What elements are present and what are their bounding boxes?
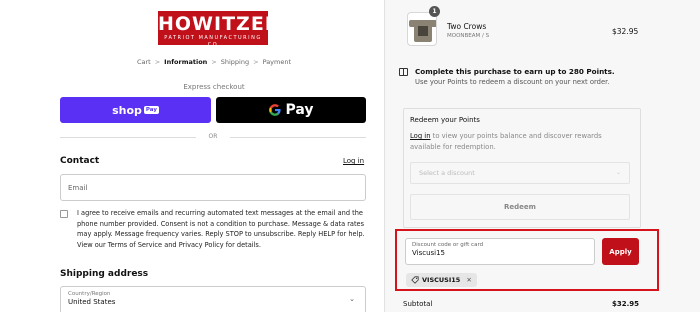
- discount-code-label: Discount code or gift card: [412, 242, 484, 248]
- remove-discount-icon[interactable]: ✕: [466, 276, 471, 284]
- email-field[interactable]: Email: [60, 174, 366, 201]
- shirt-print-graphic: [418, 26, 428, 36]
- gift-icon: [399, 68, 408, 76]
- breadcrumb-cart[interactable]: Cart: [137, 58, 151, 66]
- redeem-text: Log in to view your points balance and d…: [410, 131, 634, 153]
- redeem-title: Redeem your Points: [410, 116, 480, 124]
- marketing-consent-checkbox[interactable]: [60, 210, 68, 218]
- google-pay-label: Pay: [285, 102, 314, 118]
- points-title: Complete this purchase to earn up to 280…: [415, 67, 615, 76]
- product-thumbnail: [407, 12, 437, 46]
- country-value: United States: [68, 298, 116, 306]
- country-label: Country/Region: [68, 291, 111, 297]
- breadcrumb-separator: >: [154, 58, 161, 66]
- quantity-badge: 1: [429, 6, 440, 17]
- express-checkout-label: Express checkout: [183, 83, 245, 91]
- chevron-down-icon: ⌄: [349, 295, 355, 303]
- redeem-login-link[interactable]: Log in: [410, 132, 431, 140]
- logo-mark: ®: [280, 13, 301, 35]
- breadcrumb: Cart > Information > Shipping > Payment: [0, 58, 428, 66]
- points-subtitle: Use your Points to redeem a discount on …: [415, 78, 610, 86]
- subtotal-label: Subtotal: [403, 300, 433, 308]
- howitzer-logo[interactable]: HOWITZER® PATRIOT MANUFACTURING CO: [158, 11, 299, 48]
- discount-select-placeholder: Select a discount: [419, 169, 475, 177]
- breadcrumb-payment: Payment: [262, 58, 292, 66]
- shop-pay-button[interactable]: shop Pay: [60, 97, 211, 123]
- shipping-address-heading: Shipping address: [60, 269, 149, 279]
- google-g-icon: [269, 104, 282, 116]
- applied-discount-code: VISCUSI15: [422, 276, 461, 284]
- logo-tagline: PATRIOT MANUFACTURING CO: [164, 35, 262, 48]
- breadcrumb-separator: >: [253, 58, 259, 66]
- redeem-button[interactable]: Redeem: [410, 194, 630, 220]
- discount-code-input[interactable]: Discount code or gift card Viscusi15: [405, 238, 595, 265]
- country-select[interactable]: Country/Region United States ⌄: [60, 286, 366, 312]
- redeem-description: to view your points balance and discover…: [410, 132, 602, 151]
- discount-code-value: Viscusi15: [412, 249, 446, 257]
- chevron-down-icon: ⌄: [615, 169, 621, 176]
- or-divider: OR: [60, 133, 366, 140]
- applied-discount-tag: VISCUSI15 ✕: [406, 273, 477, 287]
- google-pay-button[interactable]: Pay: [216, 97, 366, 123]
- breadcrumb-separator: >: [211, 58, 217, 66]
- tag-icon: [411, 276, 419, 284]
- discount-select[interactable]: Select a discount ⌄: [410, 162, 630, 184]
- shop-pay-badge: Pay: [143, 106, 159, 114]
- logo-text: HOWITZER: [158, 13, 281, 35]
- login-link[interactable]: Log in: [343, 157, 364, 165]
- contact-heading: Contact: [60, 156, 100, 166]
- product-name: Two Crows: [447, 22, 487, 31]
- product-variant: MOONBEAM / S: [447, 33, 490, 39]
- checkout-main-panel: HOWITZER® PATRIOT MANUFACTURING CO Cart >…: [0, 0, 384, 312]
- breadcrumb-information: Information: [164, 58, 208, 66]
- shop-pay-label: shop: [112, 103, 142, 117]
- subtotal-value: $32.95: [612, 300, 640, 308]
- apply-button[interactable]: Apply: [602, 238, 639, 265]
- breadcrumb-shipping: Shipping: [220, 58, 250, 66]
- product-price: $32.95: [612, 27, 639, 36]
- consent-text: I agree to receive emails and recurring …: [77, 209, 365, 249]
